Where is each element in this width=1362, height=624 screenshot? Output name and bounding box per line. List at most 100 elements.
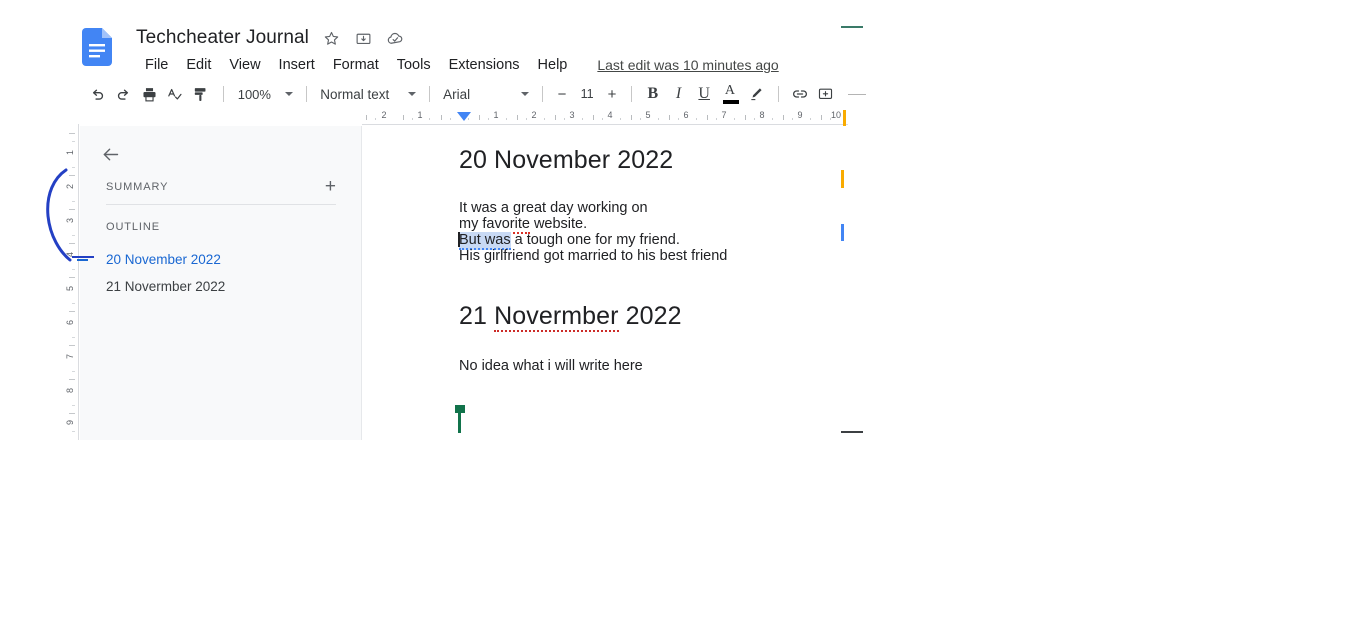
text-color-glyph: A — [724, 83, 735, 98]
ruler-tick-label: 5 — [645, 110, 651, 120]
font-size-input[interactable]: 11 — [572, 87, 602, 101]
blue-annotation-dash — [72, 256, 94, 258]
spellcheck-icon[interactable] — [163, 83, 187, 105]
font-family-selector[interactable]: Arial — [439, 85, 533, 104]
body-line-4: His girlfriend got married to his best f… — [459, 248, 728, 264]
toolbar-divider — [542, 86, 544, 102]
ruler-tick-label: 1 — [493, 110, 499, 120]
ruler-tick-label: 3 — [569, 110, 575, 120]
formatting-toolbar: 100% Normal text Arial − 11 + B I U A — [86, 82, 866, 106]
toolbar-divider — [429, 86, 431, 102]
sidebar-item-20-november-2022[interactable]: 20 November 2022 — [77, 246, 362, 273]
paragraph-style-selector[interactable]: Normal text — [316, 85, 420, 104]
body-2-line-1: No idea what i will write here — [459, 358, 643, 374]
vruler-tick-label: 7 — [65, 354, 75, 360]
ruler-tick-label: 6 — [683, 110, 689, 120]
google-docs-window: Techcheater Journal File Edit View Inser… — [0, 0, 1362, 624]
italic-button[interactable]: I — [667, 83, 691, 105]
ruler-tick-label: 8 — [759, 110, 765, 120]
link-icon[interactable] — [788, 83, 812, 105]
zoom-value: 100% — [237, 86, 271, 102]
summary-section-header: SUMMARY + — [106, 177, 336, 196]
ruler-tick-label: 10 — [830, 110, 842, 120]
menu-item-format[interactable]: Format — [324, 55, 388, 75]
zoom-selector[interactable]: 100% — [233, 85, 297, 104]
vruler-tick-label: 2 — [65, 184, 75, 190]
title-row: Techcheater Journal — [136, 24, 405, 52]
paragraph-style-value: Normal text — [320, 86, 390, 102]
ruler-tick-label: 1 — [417, 110, 423, 120]
chevron-down-icon — [408, 92, 417, 96]
vertical-ruler[interactable]: 1 2 3 4 5 6 7 8 9 — [64, 124, 80, 440]
star-icon[interactable] — [321, 28, 341, 48]
bold-button[interactable]: B — [641, 83, 665, 105]
redo-icon[interactable] — [112, 83, 136, 105]
body-line-2-suffix: website. — [529, 216, 588, 232]
menu-item-file[interactable]: File — [136, 55, 177, 75]
font-size-stepper: − 11 + — [552, 84, 622, 104]
ruler-tick-label: 9 — [797, 110, 803, 120]
move-to-folder-icon[interactable] — [353, 28, 373, 48]
document-paragraph-line: No idea what i will write here — [459, 358, 643, 374]
body-line-1: It was a great day working on — [459, 200, 648, 216]
vruler-tick-label: 1 — [65, 150, 75, 156]
back-arrow-icon[interactable] — [98, 142, 122, 166]
vruler-tick-label: 3 — [65, 218, 75, 224]
active-outline-marker — [77, 259, 88, 261]
vruler-tick-label: 8 — [65, 388, 75, 394]
menu-item-edit[interactable]: Edit — [177, 55, 220, 75]
menu-item-help[interactable]: Help — [529, 55, 577, 75]
menu-item-insert[interactable]: Insert — [270, 55, 324, 75]
sidebar-item-21-novermber-2022[interactable]: 21 Novermber 2022 — [80, 273, 362, 300]
add-comment-icon[interactable] — [814, 83, 838, 105]
document-heading-2: 21 Novermber 2022 — [459, 302, 682, 332]
highlight-pen-icon[interactable] — [744, 83, 768, 105]
toolbar-divider — [631, 86, 632, 102]
outline-item-label: 20 November 2022 — [106, 252, 221, 267]
menu-item-tools[interactable]: Tools — [388, 55, 440, 75]
misspelled-word-novermber: Novermber — [494, 302, 619, 332]
cloud-saved-icon[interactable] — [385, 28, 405, 48]
sidebar-divider — [106, 204, 336, 205]
docs-file-icon[interactable] — [82, 28, 112, 66]
text-color-swatch — [723, 100, 740, 104]
menu-item-view[interactable]: View — [220, 55, 269, 75]
print-icon[interactable] — [137, 83, 161, 105]
font-size-decrease-button[interactable]: − — [552, 84, 572, 104]
document-canvas[interactable]: 20 November 2022 It was a great day work… — [363, 126, 848, 440]
toolbar-divider — [306, 86, 308, 102]
ruler-tick-label: 4 — [607, 110, 613, 120]
last-edit-link[interactable]: Last edit was 10 minutes ago — [597, 57, 778, 73]
paint-format-icon[interactable] — [189, 83, 213, 105]
toolbar-divider — [778, 86, 780, 102]
dark-edge-mark — [841, 431, 863, 433]
collaborator-cursor — [455, 405, 465, 433]
document-outline-panel: SUMMARY + OUTLINE 20 November 2022 21 No… — [77, 126, 362, 440]
summary-label: SUMMARY — [106, 181, 169, 193]
vruler-tick-label: 5 — [65, 286, 75, 292]
horizontal-ruler[interactable]: 2 1 1 2 3 4 5 6 7 8 9 10 — [362, 110, 848, 126]
add-summary-button[interactable]: + — [325, 177, 336, 196]
chevron-down-icon — [521, 92, 530, 96]
teal-edge-mark — [841, 26, 863, 28]
right-indent-marker[interactable] — [843, 110, 846, 126]
underline-button[interactable]: U — [692, 83, 716, 105]
document-heading-1: 20 November 2022 — [459, 146, 674, 174]
outline-item-list: 20 November 2022 21 Novermber 2022 — [77, 246, 362, 300]
font-family-value: Arial — [443, 86, 471, 102]
document-paragraph-line: But was a tough one for my friend. — [459, 232, 680, 250]
menu-item-extensions[interactable]: Extensions — [440, 55, 529, 75]
left-indent-marker[interactable] — [457, 112, 471, 121]
body-line-3-rest: a tough one for my friend. — [510, 232, 680, 248]
font-size-increase-button[interactable]: + — [602, 84, 622, 104]
ruler-tick-label: 7 — [721, 110, 727, 120]
page-title[interactable]: Techcheater Journal — [136, 27, 309, 49]
text-color-button[interactable]: A — [718, 83, 742, 105]
document-paragraph-line: His girlfriend got married to his best f… — [459, 248, 727, 264]
document-paragraph-line: my favorite website. — [459, 216, 588, 234]
ruler-baseline — [362, 124, 848, 125]
document-header: Techcheater Journal File Edit View Inser… — [82, 24, 782, 80]
outline-label: OUTLINE — [106, 221, 160, 233]
undo-icon[interactable] — [86, 83, 110, 105]
chevron-down-icon — [285, 92, 294, 96]
